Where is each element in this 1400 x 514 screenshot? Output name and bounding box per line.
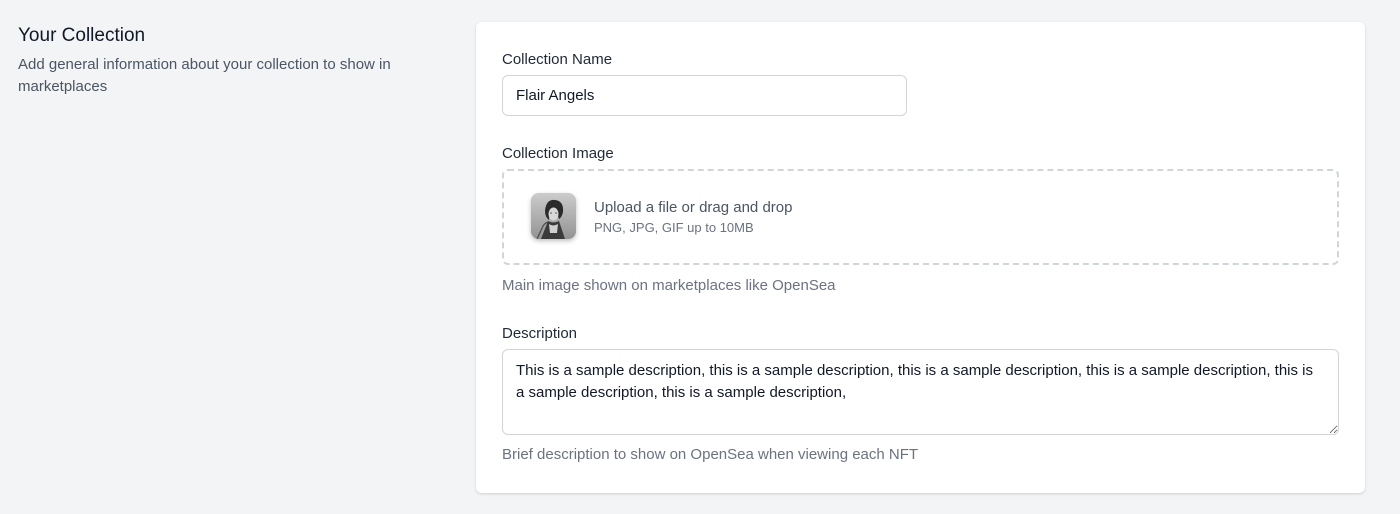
collection-image-thumbnail[interactable] [531, 193, 576, 239]
image-dropzone[interactable]: Upload a file or drag and drop PNG, JPG,… [502, 169, 1339, 265]
collection-image-label: Collection Image [502, 145, 614, 162]
section-title: Your Collection [18, 25, 146, 46]
upload-prompt-rest: or drag and drop [677, 199, 793, 216]
collection-image-help: Main image shown on marketplaces like Op… [502, 277, 836, 294]
upload-prompt: Upload a file or drag and drop [594, 198, 792, 218]
collection-form-card: Collection Name Collection Image [476, 22, 1365, 493]
description-label: Description [502, 325, 578, 342]
collection-intro: Your Collection Add general information … [18, 24, 448, 98]
description-help: Brief description to show on OpenSea whe… [502, 446, 919, 463]
description-textarea[interactable]: This is a sample description, this is a … [502, 349, 1339, 435]
page: Your Collection Add general information … [0, 0, 1400, 514]
section-description: Add general information about your colle… [18, 56, 391, 95]
upload-formats-hint: PNG, JPG, GIF up to 10MB [594, 220, 754, 235]
collection-name-label: Collection Name [502, 51, 613, 68]
collection-name-input[interactable] [502, 75, 907, 116]
portrait-image-icon [531, 193, 576, 239]
upload-file-link[interactable]: Upload a file [594, 199, 677, 216]
